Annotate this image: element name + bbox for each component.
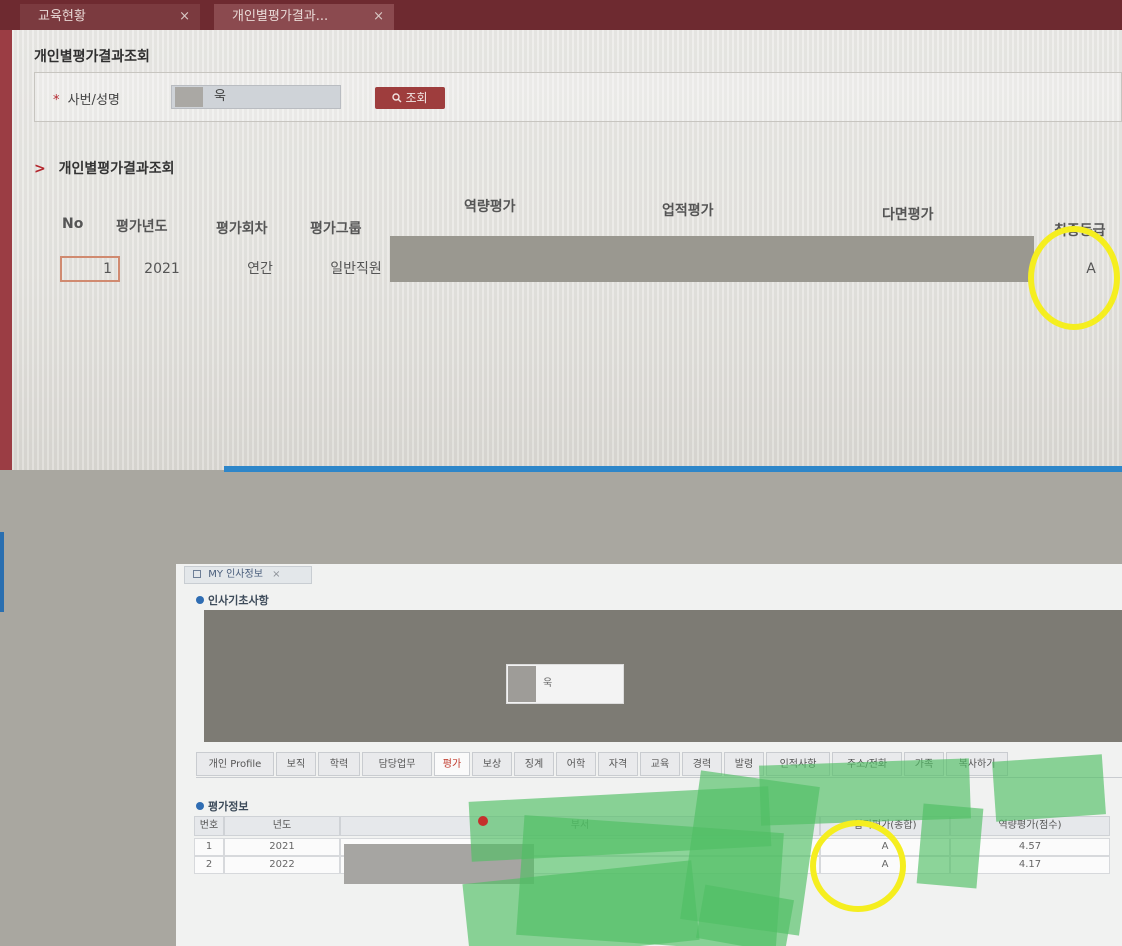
col-header-no: No bbox=[62, 216, 84, 232]
highlight-circle bbox=[1028, 226, 1120, 330]
tab-training[interactable]: 교육 bbox=[640, 752, 680, 776]
row-year: 2022 bbox=[224, 856, 340, 874]
basic-info-title-text: 인사기초사항 bbox=[208, 594, 269, 607]
col-header-num: 번호 bbox=[194, 816, 224, 836]
row-no[interactable]: 1 bbox=[60, 256, 120, 282]
employee-id-label-text: 사번/성명 bbox=[67, 93, 120, 108]
chevron-right-icon: > bbox=[34, 161, 46, 177]
redaction-mask bbox=[916, 803, 984, 889]
tab-label: 개인별평가결과... bbox=[232, 9, 329, 24]
tab-discipline[interactable]: 징계 bbox=[514, 752, 554, 776]
tab-compensation[interactable]: 보상 bbox=[472, 752, 512, 776]
basic-info-title: 인사기초사항 bbox=[196, 592, 269, 608]
tab-appointment[interactable]: 발령 bbox=[724, 752, 764, 776]
col-header-round: 평가회차 bbox=[216, 221, 268, 237]
tab-profile[interactable]: 개인 Profile bbox=[196, 752, 274, 776]
redaction-mask bbox=[508, 666, 536, 702]
section-title: > 개인별평가결과조회 bbox=[34, 158, 175, 178]
tab-certification[interactable]: 자격 bbox=[598, 752, 638, 776]
search-button[interactable]: 조회 bbox=[375, 87, 445, 109]
tab-label: MY 인사정보 bbox=[208, 569, 263, 580]
bottom-screenshot: MY 인사정보 × 인사기초사항 욱 개인 Profile 보직 학력 담당업무… bbox=[0, 472, 1122, 946]
tab-position[interactable]: 보직 bbox=[276, 752, 316, 776]
left-frame-strip bbox=[0, 30, 12, 470]
row-year: 2021 bbox=[224, 838, 340, 856]
close-icon[interactable]: × bbox=[373, 4, 384, 30]
col-header-year: 년도 bbox=[224, 816, 340, 836]
redaction-mask bbox=[390, 236, 1034, 282]
home-icon bbox=[193, 570, 201, 578]
page-title: 개인별평가결과조회 bbox=[34, 49, 150, 65]
tab-individual-eval-results[interactable]: 개인별평가결과... × bbox=[214, 4, 394, 30]
red-dot-marker bbox=[478, 816, 488, 826]
profile-sub-tabs: 개인 Profile 보직 학력 담당업무 평가 보상 징계 어학 자격 교육 … bbox=[196, 752, 1122, 778]
tab-label: 교육현황 bbox=[38, 9, 86, 24]
redaction-mask bbox=[175, 87, 203, 107]
row-num[interactable]: 2 bbox=[194, 856, 224, 874]
col-header-year: 평가년도 bbox=[116, 219, 168, 235]
tab-duties[interactable]: 담당업무 bbox=[362, 752, 432, 776]
left-edge-accent bbox=[0, 532, 4, 612]
col-header-competency: 역량평가 bbox=[464, 199, 516, 215]
col-header-performance: 업적평가 bbox=[662, 203, 714, 219]
tab-education[interactable]: 학력 bbox=[318, 752, 360, 776]
top-screenshot: 교육현황 × 개인별평가결과... × 개인별평가결과조회 * 사번/성명 욱 … bbox=[0, 0, 1122, 470]
section-title-text: 개인별평가결과조회 bbox=[58, 161, 175, 177]
row-group: 일반직원 bbox=[330, 261, 382, 277]
tab-my-hr-info[interactable]: MY 인사정보 × bbox=[184, 566, 312, 584]
tab-bar: 교육현황 × 개인별평가결과... × bbox=[0, 0, 1122, 32]
search-panel: * 사번/성명 욱 조회 bbox=[34, 72, 1122, 122]
close-icon[interactable]: × bbox=[179, 4, 190, 30]
employee-id-label: * 사번/성명 bbox=[53, 89, 120, 108]
eval-info-title: 평가정보 bbox=[196, 798, 248, 814]
highlight-circle bbox=[810, 820, 906, 912]
required-mark: * bbox=[53, 93, 60, 108]
tab-education-status[interactable]: 교육현황 × bbox=[20, 4, 200, 30]
bullet-icon bbox=[196, 596, 204, 604]
search-button-label: 조회 bbox=[405, 91, 428, 105]
tab-language[interactable]: 어학 bbox=[556, 752, 596, 776]
redaction-mask bbox=[992, 754, 1106, 822]
row-year: 2021 bbox=[144, 261, 180, 277]
close-icon[interactable]: × bbox=[272, 569, 280, 580]
tab-evaluation[interactable]: 평가 bbox=[434, 752, 470, 776]
col-header-multi: 다면평가 bbox=[882, 207, 934, 223]
row-num[interactable]: 1 bbox=[194, 838, 224, 856]
search-icon bbox=[392, 93, 402, 103]
bullet-icon bbox=[196, 802, 204, 810]
row-round: 연간 bbox=[247, 261, 273, 277]
col-header-group: 평가그룹 bbox=[310, 221, 362, 237]
eval-info-title-text: 평가정보 bbox=[208, 800, 249, 813]
redaction-mask bbox=[204, 610, 1122, 742]
